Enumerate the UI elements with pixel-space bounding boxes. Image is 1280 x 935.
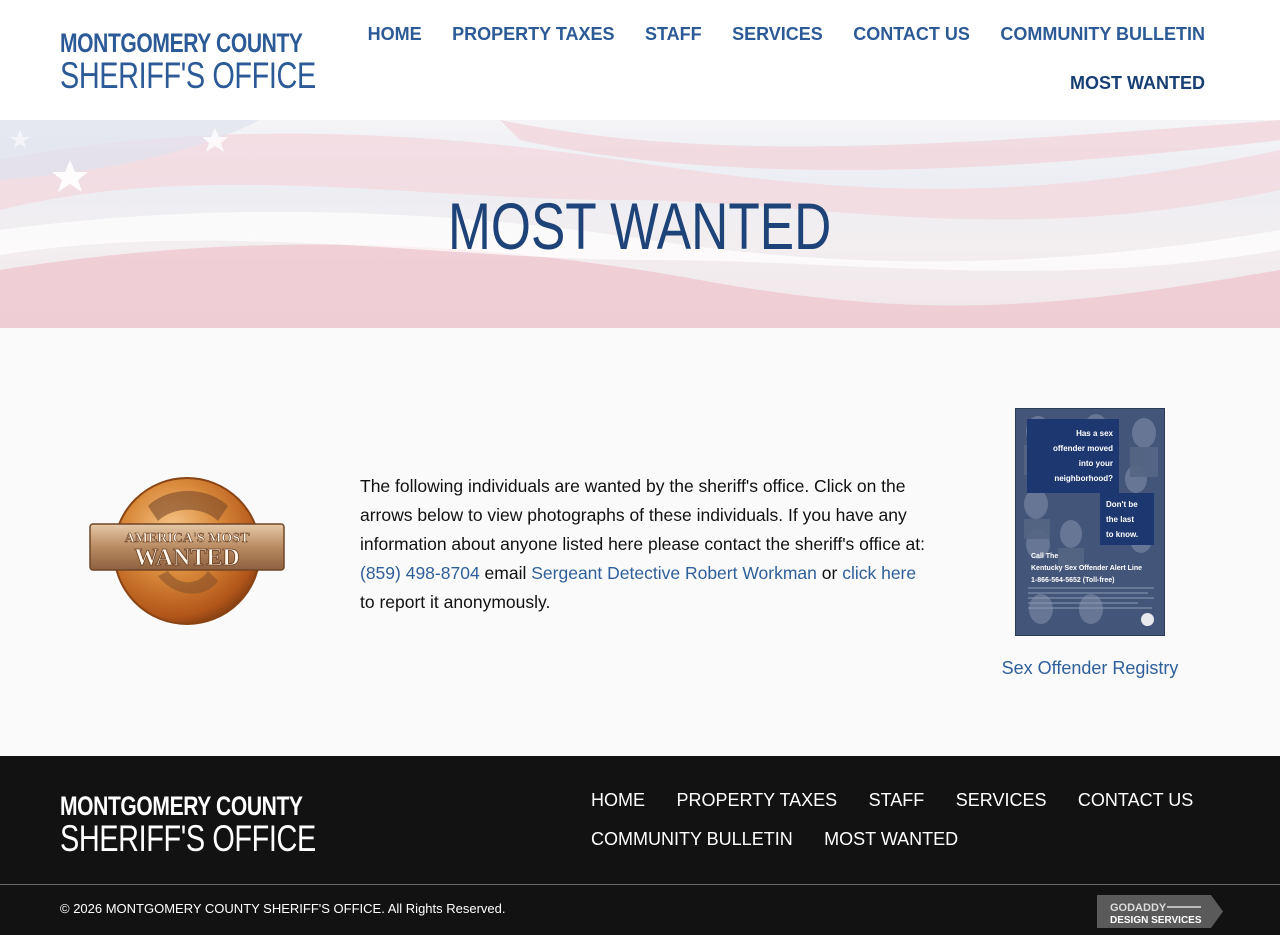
footer-logo-line-1: MONTGOMERY COUNTY: [60, 791, 303, 821]
poster-a3: to know.: [1106, 530, 1139, 539]
nav-staff[interactable]: STAFF: [645, 22, 702, 46]
footer-divider: [0, 884, 1280, 885]
email-detective-link[interactable]: Sergeant Detective Robert Workman: [531, 563, 817, 583]
godaddy-line-1: GODADDY: [1110, 902, 1167, 914]
footer-nav-home[interactable]: HOME: [591, 788, 645, 812]
footer-nav-staff[interactable]: STAFF: [869, 788, 925, 812]
nav-services[interactable]: SERVICES: [732, 22, 823, 46]
logo-line-1: MONTGOMERY COUNTY: [60, 28, 303, 58]
footer-nav-contact-us[interactable]: CONTACT US: [1078, 788, 1193, 812]
phone-link[interactable]: (859) 498-8704: [360, 563, 480, 583]
or-text: or: [821, 563, 838, 583]
poster-fine-print: [1028, 587, 1154, 609]
report-text: to report it anonymously.: [360, 592, 551, 612]
kentucky-seal-icon: [1141, 613, 1154, 626]
nav-community-bulletin[interactable]: COMMUNITY BULLETIN: [1000, 22, 1205, 46]
footer-nav-community-bulletin[interactable]: COMMUNITY BULLETIN: [591, 827, 793, 851]
poster-q1: Has a sex: [1076, 429, 1113, 438]
main-nav: HOME PROPERTY TAXES STAFF SERVICES CONTA…: [325, 22, 1205, 120]
poster-question: Has a sex offender moved into your neigh…: [1027, 419, 1119, 493]
wanted-intro-text: The following individuals are wanted by …: [360, 472, 925, 617]
site-logo[interactable]: MONTGOMERY COUNTY SHERIFF'S OFFICE: [60, 28, 316, 96]
hero-banner: MOST WANTED: [0, 120, 1280, 328]
sex-offender-alert-poster[interactable]: Has a sex offender moved into your neigh…: [1015, 408, 1165, 636]
footer-nav: HOME PROPERTY TAXES STAFF SERVICES CONTA…: [591, 788, 1231, 866]
nav-property-taxes[interactable]: PROPERTY TAXES: [452, 22, 614, 46]
nav-contact-us[interactable]: CONTACT US: [853, 22, 970, 46]
americas-most-wanted-badge-image: AMERICA'S MOST WANTED: [89, 477, 285, 625]
nav-most-wanted[interactable]: MOST WANTED: [1070, 71, 1205, 95]
sex-offender-registry-link[interactable]: Sex Offender Registry: [960, 658, 1220, 679]
anonymous-report-link[interactable]: click here: [842, 563, 916, 583]
site-header: MONTGOMERY COUNTY SHERIFF'S OFFICE HOME …: [0, 0, 1280, 120]
poster-a2: the last: [1106, 515, 1135, 524]
poster-call-info: Call The Kentucky Sex Offender Alert Lin…: [1031, 551, 1161, 587]
email-label: email: [484, 563, 527, 583]
footer-logo[interactable]: MONTGOMERY COUNTY SHERIFF'S OFFICE: [60, 791, 316, 859]
footer-nav-services[interactable]: SERVICES: [956, 788, 1047, 812]
main-content: AMERICA'S MOST WANTED The following indi…: [0, 328, 1280, 756]
badge-text-line-1: AMERICA'S MOST: [125, 531, 251, 546]
footer-logo-line-2: SHERIFF'S OFFICE: [60, 818, 316, 859]
poster-q3: into your: [1078, 459, 1113, 468]
footer-nav-property-taxes[interactable]: PROPERTY TAXES: [676, 788, 837, 812]
poster-call2: Kentucky Sex Offender Alert Line: [1031, 565, 1142, 572]
badge-text-line-2: WANTED: [134, 545, 239, 571]
intro-text: The following individuals are wanted by …: [360, 476, 925, 554]
godaddy-design-services-badge[interactable]: GODADDY DESIGN SERVICES: [1097, 895, 1223, 928]
poster-call1: Call The: [1031, 553, 1059, 560]
footer-nav-most-wanted[interactable]: MOST WANTED: [824, 827, 958, 851]
poster-q2: offender moved: [1052, 444, 1113, 453]
godaddy-line-2: DESIGN SERVICES: [1110, 915, 1202, 926]
logo-line-2: SHERIFF'S OFFICE: [60, 55, 316, 96]
poster-q4: neighborhood?: [1054, 474, 1113, 483]
copyright-text: © 2026 MONTGOMERY COUNTY SHERIFF'S OFFIC…: [60, 901, 506, 916]
nav-home[interactable]: HOME: [368, 22, 422, 46]
poster-a1: Don't be: [1106, 500, 1138, 509]
poster-answer: Don't be the last to know.: [1100, 493, 1154, 545]
site-footer: MONTGOMERY COUNTY SHERIFF'S OFFICE HOME …: [0, 756, 1280, 935]
page-title: MOST WANTED: [448, 189, 832, 263]
